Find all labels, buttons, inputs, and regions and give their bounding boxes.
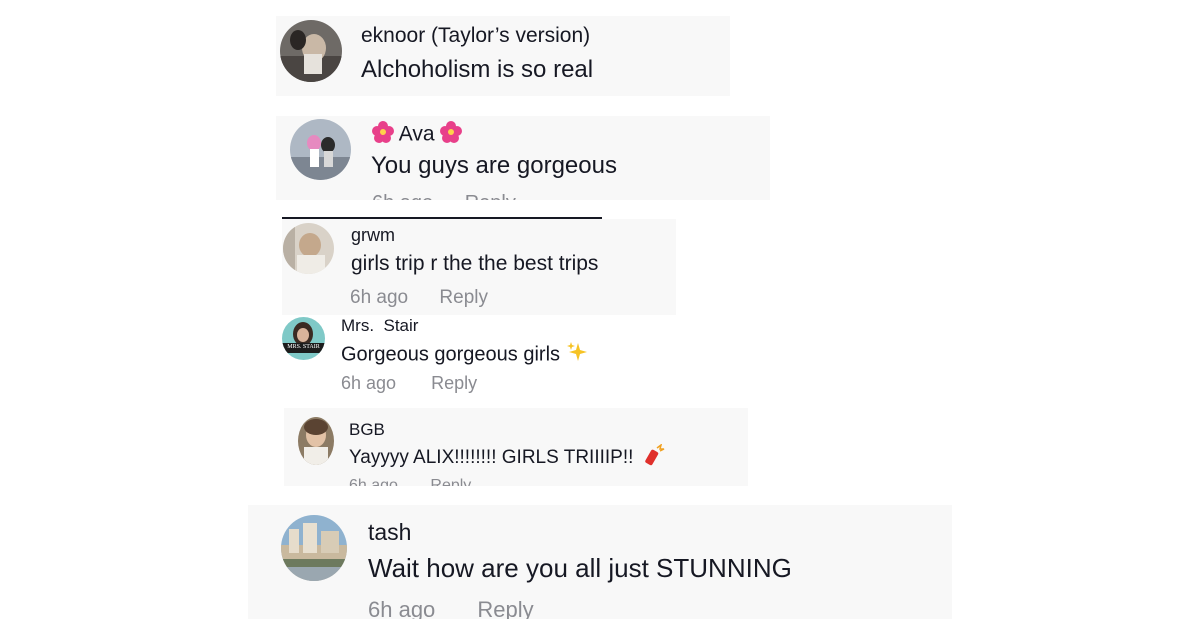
comment-username[interactable]: tash xyxy=(368,519,411,546)
reply-button[interactable]: Reply xyxy=(439,287,488,309)
comment-username[interactable]: Ava xyxy=(372,121,463,149)
avatar[interactable]: MRS. STAIR xyxy=(282,317,325,360)
comment-text: Wait how are you all just STUNNING xyxy=(368,553,792,583)
comment-text: Yayyyy ALIX!!!!!!!! GIRLS TRIIIIP!! xyxy=(349,443,665,472)
avatar[interactable] xyxy=(290,119,351,180)
comment-text: girls trip r the the best trips xyxy=(351,252,599,275)
reply-button[interactable]: Reply xyxy=(477,597,533,619)
comment-card-eknoor: eknoor (Taylor’s version) Alchoholism is… xyxy=(276,16,730,96)
avatar[interactable] xyxy=(298,417,334,465)
comment-time: 6h ago xyxy=(372,192,433,200)
comment-username[interactable]: Mrs. Stair xyxy=(341,316,418,336)
firecracker-icon xyxy=(644,443,665,472)
comment-meta: 6h ago Reply xyxy=(350,287,488,309)
comment-username[interactable]: BGB xyxy=(349,420,385,440)
comment-card-grwm: grwm girls trip r the the best trips 6h … xyxy=(282,219,676,315)
hibiscus-icon xyxy=(372,121,394,149)
hibiscus-icon xyxy=(440,121,463,149)
comment-text-label: Gorgeous gorgeous girls xyxy=(341,343,561,366)
comment-meta: 6h ago Reply xyxy=(368,597,534,619)
avatar[interactable] xyxy=(283,223,334,274)
comment-time: 6h ago xyxy=(368,597,436,619)
comment-meta: 6h ago Reply xyxy=(372,192,516,200)
avatar-caption: MRS. STAIR xyxy=(287,344,320,350)
avatar[interactable] xyxy=(280,20,342,82)
comment-time: 6h ago xyxy=(349,477,398,486)
comment-username[interactable]: eknoor (Taylor’s version) xyxy=(361,24,590,48)
comment-card-tash: tash Wait how are you all just STUNNING … xyxy=(248,505,952,619)
comment-card-mrs-stair: MRS. STAIR Mrs. Stair Gorgeous gorgeous … xyxy=(280,315,624,408)
comment-text-label: Yayyyy ALIX!!!!!!!! GIRLS TRIIIIP!! xyxy=(349,447,634,469)
comment-text: You guys are gorgeous xyxy=(371,152,617,179)
reply-button[interactable]: Reply xyxy=(465,192,516,200)
reply-button[interactable]: Reply xyxy=(431,373,477,394)
comment-time: 6h ago xyxy=(341,373,397,393)
comment-text: Gorgeous gorgeous girls xyxy=(341,341,588,369)
sparkles-icon xyxy=(566,341,588,369)
comment-card-ava: Ava You guys are gorgeous 6h ago Reply xyxy=(276,116,770,200)
comment-text: Alchoholism is so real xyxy=(361,56,594,83)
comment-meta: 6h ago Reply xyxy=(349,477,471,486)
comment-card-bgb: BGB Yayyyy ALIX!!!!!!!! GIRLS TRIIIIP!! … xyxy=(284,408,748,486)
comment-time: 6h ago xyxy=(350,287,409,308)
avatar[interactable] xyxy=(281,515,347,581)
comment-username-label: Ava xyxy=(398,122,435,146)
reply-button[interactable]: Reply xyxy=(430,477,471,486)
comment-username[interactable]: grwm xyxy=(351,225,395,246)
comment-meta: 6h ago Reply xyxy=(341,373,477,394)
